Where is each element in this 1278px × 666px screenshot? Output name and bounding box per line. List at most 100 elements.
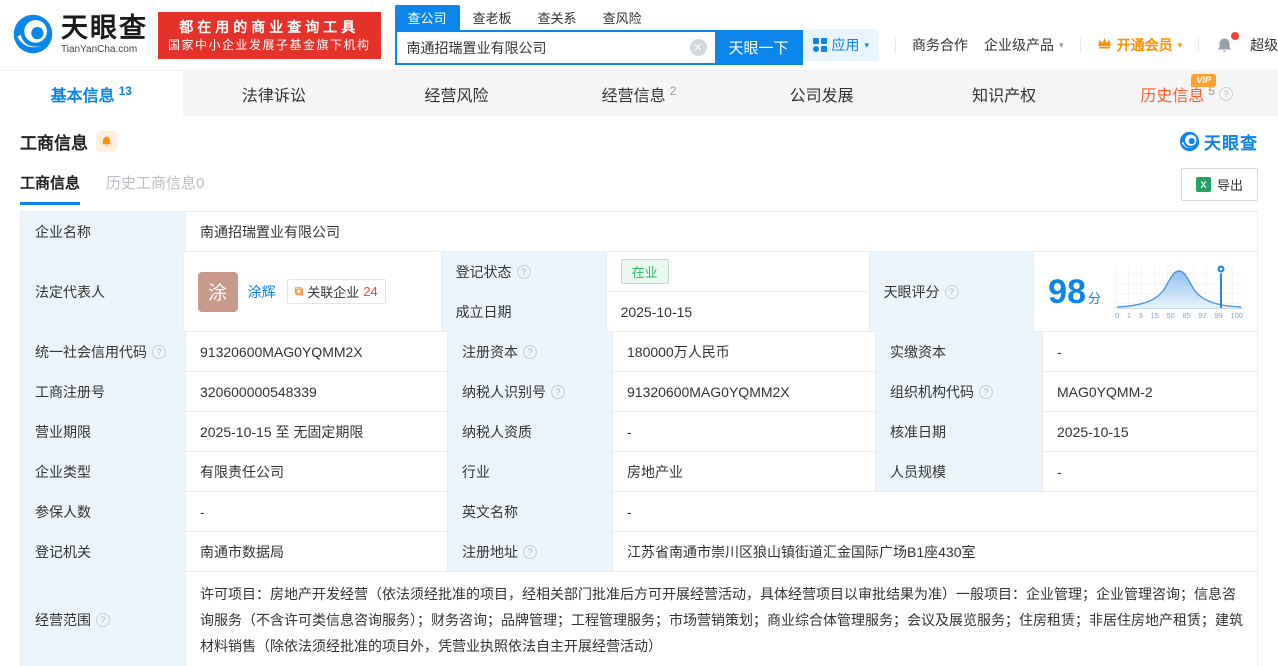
reg-authority-label: 登记机关 [21,532,186,572]
legal-rep-value: 涂 涂辉 ⧉ 关联企业 24 [183,252,442,332]
tab-history-info[interactable]: VIP 历史信息 5 ? [1095,71,1278,116]
help-icon[interactable]: ? [152,344,166,359]
insured-count-label: 参保人数 [21,492,186,532]
est-date-value: 2025-10-15 [606,292,870,332]
help-icon[interactable]: ? [523,544,537,559]
chevron-down-icon: ▾ [1059,39,1064,50]
status-badge: 在业 [620,259,669,284]
company-type-label: 企业类型 [21,452,186,492]
notification-bell-icon[interactable] [1215,31,1240,55]
account-menu[interactable]: 超级... ▾ [1250,35,1278,55]
apps-grid-icon [812,38,827,52]
legal-rep-label: 法定代表人 [21,252,184,332]
english-name-label: 英文名称 [448,492,613,532]
help-icon[interactable]: ? [96,613,110,627]
promo-line2: 国家中小企业发展子基金旗下机构 [168,37,371,52]
chevron-down-icon: ▾ [864,39,870,50]
est-date-label: 成立日期 [441,292,607,332]
business-scope-label: 经营范围? [21,572,186,666]
brand-domain: TianYanCha.com [61,44,138,55]
reg-address-value: 江苏省南通市崇川区狼山镇街道汇金国际广场B1座430室 [613,532,1257,572]
approval-date-label: 核准日期 [876,412,1043,452]
nav-divider [895,37,897,53]
business-term-value: 2025-10-15 至 无固定期限 [186,412,448,452]
score-axis-labels: 0 1 3 15 50 85 97 99 100 [1115,311,1243,320]
company-name-label: 企业名称 [21,212,186,252]
legal-rep-avatar[interactable]: 涂 [197,271,238,312]
paid-capital-label: 实缴资本 [876,332,1043,372]
paid-capital-value: - [1043,332,1257,372]
tianyancha-logo[interactable]: 天眼查 TianYanCha.com [12,13,148,58]
english-name-value: - [613,492,1257,532]
export-button[interactable]: X 导出 [1180,168,1258,201]
help-icon[interactable]: ? [944,284,959,299]
reg-number-label: 工商注册号 [21,372,186,412]
crown-icon [1097,37,1112,53]
table-row: 营业期限 2025-10-15 至 无固定期限 纳税人资质 - 核准日期 202… [21,412,1257,452]
search-tab-boss[interactable]: 查老板 [460,5,525,30]
tab-business-info[interactable]: 经营信息 2 [548,71,731,116]
enterprise-products-menu[interactable]: 企业级产品 ▾ [984,35,1064,55]
legal-rep-link[interactable]: 涂辉 [248,282,276,302]
clear-search-icon[interactable]: ✕ [689,39,707,56]
apps-menu[interactable]: 应用 ▾ [802,29,880,61]
monitor-bell-icon[interactable] [96,131,117,152]
staff-size-value: - [1043,452,1257,492]
notification-dot [1231,31,1240,40]
section-header: 工商信息 天眼查 [0,116,1278,154]
search-input[interactable] [394,30,715,65]
business-info-table: 企业名称 南通招瑞置业有限公司 法定代表人 涂 涂辉 ⧉ 关联企业 24 登记状… [20,211,1258,666]
business-term-label: 营业期限 [21,412,186,452]
industry-label: 行业 [448,452,613,492]
search-area: 查公司 查老板 查关系 查风险 ✕ 天眼一下 [394,5,803,65]
insured-count-value: - [186,492,448,532]
search-tab-risk[interactable]: 查风险 [590,5,655,30]
help-icon[interactable]: ? [1219,86,1234,101]
tab-company-development[interactable]: 公司发展 [730,71,913,116]
org-code-label: 组织机构代码? [876,372,1043,412]
table-row: 法定代表人 涂 涂辉 ⧉ 关联企业 24 登记状态? 在业 成立日期 2025-… [21,252,1257,332]
company-name-value: 南通招瑞置业有限公司 [186,212,1257,252]
reg-number-value: 320600000548339 [186,372,448,412]
section-title: 工商信息 [20,134,88,153]
taxpayer-quality-label: 纳税人资质 [448,412,613,452]
search-tab-relation[interactable]: 查关系 [525,5,590,30]
table-row: 企业名称 南通招瑞置业有限公司 [21,212,1257,252]
org-code-value: MAG0YQMM-2 [1043,372,1257,412]
open-membership-menu[interactable]: 开通会员 ▾ [1097,35,1183,55]
tab-intellectual-property[interactable]: 知识产权 [913,71,1096,116]
table-row: 工商注册号 320600000548339 纳税人识别号? 91320600MA… [21,372,1257,412]
subtab-history-registration[interactable]: 历史工商信息0 [106,172,204,205]
top-nav: 应用 ▾ 商务合作 企业级产品 ▾ 开通会员 ▾ 超级... ▾ [802,29,1278,61]
brand-name: 天眼查 [61,13,148,43]
nav-divider [1079,37,1081,53]
help-icon[interactable]: ? [516,264,531,279]
table-row: 经营范围? 许可项目：房地产开发经营（依法须经批准的项目，经相关部门批准后方可开… [21,572,1257,666]
company-tab-bar: 基本信息 13 法律诉讼 经营风险 经营信息 2 公司发展 知识产权 VIP 历史信… [0,70,1278,116]
approval-date-value: 2025-10-15 [1043,412,1257,452]
chevron-down-icon: ▾ [1177,39,1183,50]
table-row: 登记机关 南通市数据局 注册地址? 江苏省南通市崇川区狼山镇街道汇金国际广场B1… [21,532,1257,572]
related-companies-badge[interactable]: ⧉ 关联企业 24 [286,279,386,304]
tab-operational-risk[interactable]: 经营风险 [365,71,548,116]
company-type-value: 有限责任公司 [186,452,448,492]
business-cooperation-link[interactable]: 商务合作 [912,35,968,55]
score-distribution-chart: 0 1 3 15 50 85 97 99 100 [1115,263,1243,320]
subtab-business-registration[interactable]: 工商信息 [20,172,81,205]
help-icon[interactable]: ? [523,344,537,359]
tab-basic-info[interactable]: 基本信息 13 [0,71,183,116]
search-button[interactable]: 天眼一下 [714,30,803,65]
taxpayer-id-label: 纳税人识别号? [448,372,613,412]
excel-icon: X [1195,177,1211,192]
help-icon[interactable]: ? [551,384,565,399]
score-number: 98 [1048,272,1086,311]
table-row: 统一社会信用代码? 91320600MAG0YQMM2X 注册资本? 18000… [21,332,1257,372]
reg-address-label: 注册地址? [448,532,613,572]
watermark-logo: 天眼查 [1179,129,1258,154]
search-tab-company[interactable]: 查公司 [394,5,460,30]
score-value: 98 分 0 1 3 15 50 85 97 99 100 [1034,252,1257,332]
credit-code-value: 91320600MAG0YQMM2X [186,332,448,372]
help-icon[interactable]: ? [979,384,993,399]
table-row: 企业类型 有限责任公司 行业 房地产业 人员规模 - [21,452,1257,492]
tab-legal-proceedings[interactable]: 法律诉讼 [183,71,366,116]
